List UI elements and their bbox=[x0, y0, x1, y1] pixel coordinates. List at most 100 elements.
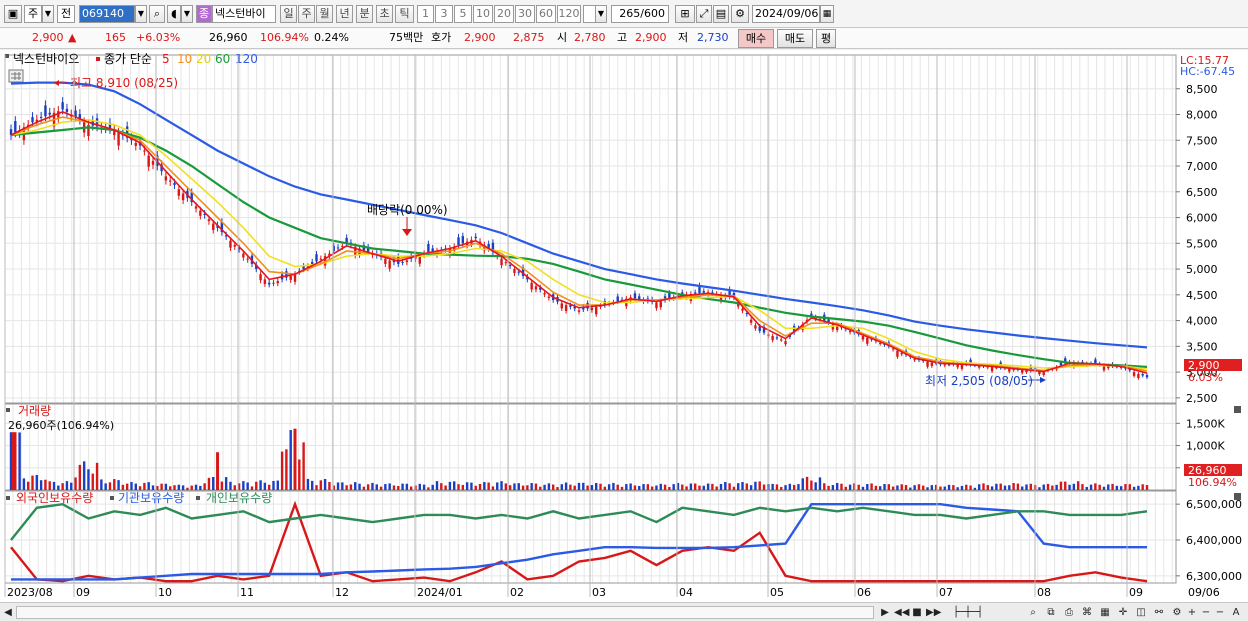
x-tick-label: 09 bbox=[1129, 586, 1143, 599]
interval-60[interactable]: 60 bbox=[536, 5, 556, 23]
magnet-icon[interactable]: ⌘ bbox=[1080, 606, 1094, 619]
scroll-left-icon[interactable]: ◀ bbox=[3, 606, 13, 619]
interval-30[interactable]: 30 bbox=[515, 5, 535, 23]
play-back-icon[interactable]: ◀◀ bbox=[894, 606, 909, 619]
interval-1[interactable]: 1 bbox=[417, 5, 434, 23]
zoom-slider-icon[interactable]: ├─┼─┤ bbox=[947, 606, 989, 619]
candle-body bbox=[427, 244, 430, 253]
bar-count-field[interactable]: 265/600 bbox=[611, 5, 669, 23]
chart-area[interactable]: 넥스턴바이오 종가 단순 5 10 20 60 120 LC:15.77 HC:… bbox=[0, 50, 1248, 602]
volume-panel-close-icon[interactable] bbox=[1234, 406, 1241, 413]
volume-bar bbox=[831, 485, 835, 490]
volume-bar bbox=[401, 483, 404, 490]
zoom-out-icon[interactable]: − bbox=[1200, 606, 1212, 619]
camera-icon[interactable]: ◫ bbox=[1134, 606, 1148, 619]
grid-icon[interactable]: ▦ bbox=[1098, 606, 1112, 619]
volume-bar bbox=[190, 485, 193, 490]
tab-period-week[interactable]: 주 bbox=[298, 5, 315, 23]
save-icon[interactable]: ▤ bbox=[713, 5, 729, 23]
volume-bar bbox=[711, 483, 714, 490]
date-input[interactable]: 2024/09/06 bbox=[752, 5, 820, 23]
cross-icon[interactable]: ✛ bbox=[1116, 606, 1130, 619]
volume-bar bbox=[285, 449, 288, 490]
buy-button[interactable]: 매수 bbox=[738, 29, 774, 48]
price-y-axis: 8,500 8,000 7,500 7,000 6,500 6,000 5,500 5,000… bbox=[1176, 83, 1218, 405]
volume-bar bbox=[625, 484, 628, 490]
interval-120[interactable]: 120 bbox=[557, 5, 581, 23]
volume-bar bbox=[603, 486, 607, 490]
volume-bar bbox=[491, 486, 495, 490]
interval-dropdown-icon[interactable]: ▼ bbox=[595, 5, 607, 23]
chevron-down-icon[interactable]: ▼ bbox=[42, 5, 54, 23]
sound-icon[interactable]: ◖ bbox=[167, 5, 181, 23]
copy-icon[interactable]: ⧉ bbox=[1044, 606, 1058, 619]
volume-bar bbox=[728, 483, 731, 490]
reset-icon[interactable]: − bbox=[1214, 606, 1226, 619]
gear-icon[interactable]: ⚙ bbox=[731, 5, 749, 23]
font-size-icon[interactable]: A bbox=[1230, 606, 1242, 619]
interval-10[interactable]: 10 bbox=[473, 5, 493, 23]
volume-bar bbox=[616, 484, 619, 490]
prev-select[interactable]: 전 bbox=[57, 5, 75, 23]
price-tick-label: 6,000 bbox=[1186, 212, 1218, 225]
volume-bar bbox=[1016, 483, 1020, 490]
stock-code-input[interactable]: 069140 bbox=[79, 5, 135, 23]
sound-dropdown-icon[interactable]: ▼ bbox=[181, 5, 193, 23]
candle-body bbox=[517, 271, 520, 273]
link-icon[interactable]: ⚯ bbox=[1152, 606, 1166, 619]
candle-body bbox=[1137, 373, 1140, 379]
stock-chart[interactable]: 넥스턴바이오 종가 단순 5 10 20 60 120 LC:15.77 HC:… bbox=[0, 50, 1248, 602]
search-zoom-icon[interactable]: ⌕ bbox=[1026, 606, 1040, 619]
volume-bar bbox=[930, 485, 934, 490]
candle-body bbox=[341, 245, 344, 247]
volume-bar bbox=[784, 485, 787, 490]
indicator-icon[interactable]: ⊞ bbox=[675, 5, 695, 23]
price-tick-label: 4,000 bbox=[1186, 315, 1218, 328]
print-icon[interactable]: ⎙ bbox=[1062, 606, 1076, 619]
volume-bar bbox=[474, 485, 477, 490]
tab-period-year[interactable]: 년 bbox=[336, 5, 353, 23]
tab-period-tick[interactable]: 틱 bbox=[395, 5, 414, 23]
volume-bar bbox=[470, 482, 473, 490]
tab-period-day[interactable]: 일 bbox=[280, 5, 297, 23]
settings-icon[interactable]: ⚙ bbox=[1170, 606, 1184, 619]
scroll-right-icon[interactable]: ▶ bbox=[879, 606, 891, 619]
code-dropdown-icon[interactable]: ▼ bbox=[135, 5, 147, 23]
volume-bar bbox=[607, 484, 611, 490]
candle-body bbox=[1141, 374, 1144, 376]
search-icon[interactable]: ⌕ bbox=[149, 5, 165, 23]
scroll-track[interactable] bbox=[16, 606, 874, 619]
sell-button[interactable]: 매도 bbox=[777, 29, 813, 48]
zoom-in-icon[interactable]: + bbox=[1186, 606, 1198, 619]
layout-icon[interactable]: ▣ bbox=[4, 5, 22, 23]
tool-icon[interactable]: ⤢ bbox=[696, 5, 712, 23]
tab-period-month[interactable]: 월 bbox=[316, 5, 333, 23]
candle-body bbox=[638, 296, 641, 300]
candle-body bbox=[177, 189, 181, 196]
candle-body bbox=[315, 254, 318, 262]
stop-icon[interactable]: ■ bbox=[911, 606, 923, 619]
tab-period-second[interactable]: 초 bbox=[376, 5, 393, 23]
price-tick-label: 7,000 bbox=[1186, 160, 1218, 173]
interval-3[interactable]: 3 bbox=[435, 5, 453, 23]
candle-body bbox=[212, 223, 215, 230]
volume-bar bbox=[732, 486, 736, 490]
candle-body bbox=[246, 258, 249, 260]
holdings-panel-close-icon[interactable] bbox=[1234, 493, 1241, 500]
market-select[interactable]: 주 bbox=[24, 5, 42, 23]
volume-bar bbox=[233, 485, 236, 490]
interval-20[interactable]: 20 bbox=[494, 5, 514, 23]
stock-name-field[interactable]: 넥스턴바이 bbox=[212, 5, 276, 23]
calculator-icon[interactable] bbox=[8, 69, 24, 83]
volume-bar bbox=[599, 483, 602, 490]
volume-bar bbox=[250, 486, 254, 490]
calendar-icon[interactable]: ▦ bbox=[820, 5, 834, 23]
tab-period-minute[interactable]: 분 bbox=[356, 5, 373, 23]
eval-button[interactable]: 평 bbox=[816, 29, 836, 48]
volume-bar bbox=[181, 485, 185, 490]
volume-bar bbox=[186, 487, 189, 490]
candle-body bbox=[293, 274, 297, 282]
volume-bar bbox=[840, 483, 843, 490]
play-forward-icon[interactable]: ▶▶ bbox=[926, 606, 941, 619]
interval-5[interactable]: 5 bbox=[454, 5, 472, 23]
